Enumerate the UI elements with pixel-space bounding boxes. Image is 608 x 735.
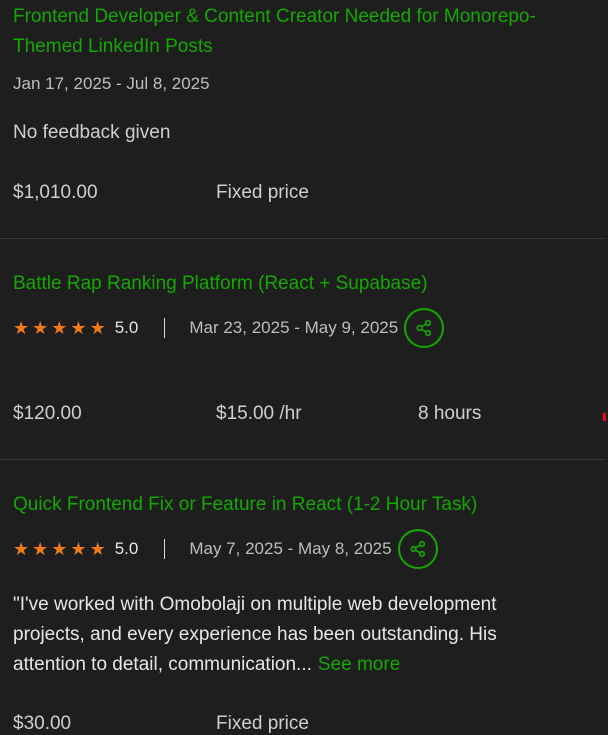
rating-row: ★ ★ ★ ★ ★ 5.0 May 7, 2025 - May 8, 2025 bbox=[13, 529, 438, 569]
share-button[interactable] bbox=[404, 308, 445, 348]
divider bbox=[0, 459, 605, 460]
hours-worked: 8 hours bbox=[418, 403, 482, 424]
see-more-link[interactable]: See more bbox=[318, 654, 400, 675]
star-icon: ★ bbox=[32, 318, 49, 338]
rating-row: ★ ★ ★ ★ ★ 5.0 Mar 23, 2025 - May 9, 2025 bbox=[13, 308, 445, 348]
divider bbox=[0, 238, 605, 239]
separator bbox=[164, 318, 166, 338]
earned-amount: $1,010.00 bbox=[13, 182, 98, 203]
star-rating: ★ ★ ★ ★ ★ bbox=[13, 540, 106, 558]
star-icon: ★ bbox=[89, 318, 106, 338]
hourly-rate: $15.00 /hr bbox=[216, 403, 302, 424]
rating-score: 5.0 bbox=[114, 539, 139, 558]
star-icon: ★ bbox=[70, 318, 87, 338]
job-dates: Mar 23, 2025 - May 9, 2025 bbox=[189, 318, 399, 337]
rate-type: Fixed price bbox=[216, 713, 309, 734]
job-dates: May 7, 2025 - May 8, 2025 bbox=[189, 539, 392, 558]
client-feedback: "I've worked with Omobolaji on multiple … bbox=[13, 590, 573, 680]
job-title-link[interactable]: Battle Rap Ranking Platform (React + Sup… bbox=[13, 269, 428, 299]
job-title-link[interactable]: Frontend Developer & Content Creator Nee… bbox=[13, 2, 593, 62]
rating-score: 5.0 bbox=[114, 318, 139, 337]
star-icon: ★ bbox=[13, 539, 30, 559]
earned-amount: $30.00 bbox=[13, 713, 72, 734]
edge-marker bbox=[603, 413, 606, 421]
earned-amount: $120.00 bbox=[13, 403, 82, 424]
star-icon: ★ bbox=[13, 318, 30, 338]
rate-type: Fixed price bbox=[216, 182, 309, 203]
star-icon: ★ bbox=[51, 539, 68, 559]
feedback-text: No feedback given bbox=[13, 122, 171, 143]
star-icon: ★ bbox=[32, 539, 49, 559]
star-icon: ★ bbox=[89, 539, 106, 559]
star-icon: ★ bbox=[70, 539, 87, 559]
feedback-quote: "I've worked with Omobolaji on multiple … bbox=[13, 594, 497, 675]
share-button[interactable] bbox=[397, 529, 438, 569]
job-title-link[interactable]: Quick Frontend Fix or Feature in React (… bbox=[13, 490, 477, 520]
star-rating: ★ ★ ★ ★ ★ bbox=[13, 319, 106, 337]
share-icon bbox=[416, 319, 432, 337]
share-icon bbox=[409, 540, 425, 558]
job-dates: Jan 17, 2025 - Jul 8, 2025 bbox=[13, 74, 210, 93]
separator bbox=[164, 539, 166, 559]
star-icon: ★ bbox=[51, 318, 68, 338]
